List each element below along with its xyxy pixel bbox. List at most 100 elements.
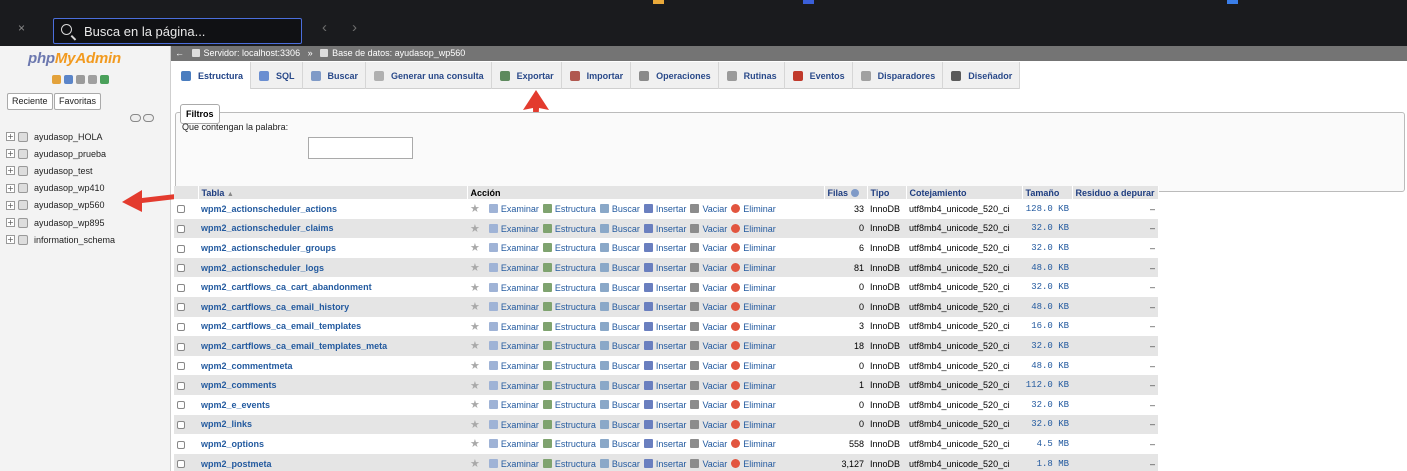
insert-link[interactable]: Insertar	[656, 224, 687, 234]
search-link[interactable]: Buscar	[612, 420, 640, 430]
favorite-star-icon[interactable]: ★	[470, 281, 480, 294]
table-name[interactable]: wpm2_actionscheduler_groups	[198, 238, 467, 258]
row-checkbox[interactable]	[177, 381, 185, 390]
table-size[interactable]: 48.0 KB	[1022, 257, 1072, 278]
expand-icon[interactable]: +	[6, 200, 15, 210]
favorites-button[interactable]: Favoritas	[54, 93, 102, 110]
search-link[interactable]: Buscar	[612, 283, 640, 293]
table-size[interactable]: 32.0 KB	[1022, 414, 1072, 435]
favorite-star-icon[interactable]: ★	[470, 437, 480, 450]
empty-link[interactable]: Vaciar	[702, 459, 727, 469]
browse-link[interactable]: Examinar	[501, 204, 539, 214]
structure-link[interactable]: Estructura	[555, 459, 596, 469]
tab-diseñador[interactable]: Diseñador	[943, 62, 1021, 89]
insert-link[interactable]: Insertar	[656, 263, 687, 273]
search-link[interactable]: Buscar	[612, 322, 640, 332]
table-size[interactable]: 32.0 KB	[1022, 238, 1072, 258]
column-header-residuo[interactable]: Residuo a depurar	[1072, 186, 1159, 199]
structure-link[interactable]: Estructura	[555, 420, 596, 430]
browse-link[interactable]: Examinar	[501, 302, 539, 312]
structure-link[interactable]: Estructura	[555, 302, 596, 312]
table-size[interactable]: 16.0 KB	[1022, 316, 1072, 337]
structure-link[interactable]: Estructura	[555, 204, 596, 214]
drop-link[interactable]: Eliminar	[743, 420, 776, 430]
table-name[interactable]: wpm2_links	[198, 414, 467, 435]
tab-rutinas[interactable]: Rutinas	[719, 62, 785, 89]
row-checkbox[interactable]	[177, 401, 185, 410]
info-icon[interactable]	[850, 188, 859, 197]
database-item[interactable]: + ayudasop_wp560	[6, 197, 115, 214]
table-size[interactable]: 1.8 MB	[1022, 453, 1072, 471]
row-checkbox[interactable]	[177, 283, 185, 292]
empty-link[interactable]: Vaciar	[702, 224, 727, 234]
search-link[interactable]: Buscar	[612, 361, 640, 371]
search-link[interactable]: Buscar	[612, 400, 640, 410]
row-checkbox[interactable]	[177, 362, 185, 371]
filter-input[interactable]	[308, 137, 413, 159]
favorite-star-icon[interactable]: ★	[470, 261, 480, 274]
database-item[interactable]: + ayudasop_prueba	[6, 145, 115, 162]
favorite-star-icon[interactable]: ★	[470, 222, 480, 235]
database-item[interactable]: + ayudasop_HOLA	[6, 128, 115, 145]
row-checkbox[interactable]	[177, 244, 185, 253]
drop-link[interactable]: Eliminar	[743, 263, 776, 273]
browse-link[interactable]: Examinar	[501, 420, 539, 430]
structure-link[interactable]: Estructura	[555, 381, 596, 391]
search-link[interactable]: Buscar	[612, 302, 640, 312]
empty-link[interactable]: Vaciar	[702, 322, 727, 332]
table-name[interactable]: wpm2_cartflows_ca_email_templates_meta	[198, 336, 467, 356]
drop-link[interactable]: Eliminar	[743, 400, 776, 410]
row-checkbox[interactable]	[177, 420, 185, 429]
structure-link[interactable]: Estructura	[555, 283, 596, 293]
recent-button[interactable]: Reciente	[7, 93, 53, 110]
insert-link[interactable]: Insertar	[656, 381, 687, 391]
database-item[interactable]: + ayudasop_wp895	[6, 214, 115, 231]
empty-link[interactable]: Vaciar	[702, 381, 727, 391]
drop-link[interactable]: Eliminar	[743, 439, 776, 449]
structure-link[interactable]: Estructura	[555, 263, 596, 273]
browse-link[interactable]: Examinar	[501, 243, 539, 253]
expand-icon[interactable]: +	[6, 132, 15, 142]
row-checkbox[interactable]	[177, 303, 185, 312]
structure-link[interactable]: Estructura	[555, 400, 596, 410]
search-link[interactable]: Buscar	[612, 243, 640, 253]
database-name[interactable]: ayudasop_test	[34, 166, 93, 176]
row-checkbox[interactable]	[177, 205, 185, 214]
expand-icon[interactable]: +	[6, 235, 15, 245]
collapse-all-icon[interactable]	[130, 114, 141, 122]
drop-link[interactable]: Eliminar	[743, 459, 776, 469]
insert-link[interactable]: Insertar	[656, 322, 687, 332]
find-prev-icon[interactable]: ‹	[322, 20, 327, 35]
empty-link[interactable]: Vaciar	[702, 400, 727, 410]
browse-link[interactable]: Examinar	[501, 322, 539, 332]
table-size[interactable]: 128.0 KB	[1022, 199, 1072, 219]
tab-importar[interactable]: Importar	[562, 62, 632, 89]
empty-link[interactable]: Vaciar	[702, 302, 727, 312]
favorite-star-icon[interactable]: ★	[470, 398, 480, 411]
insert-link[interactable]: Insertar	[656, 439, 687, 449]
table-size[interactable]: 32.0 KB	[1022, 336, 1072, 356]
table-size[interactable]: 4.5 MB	[1022, 434, 1072, 454]
browse-link[interactable]: Examinar	[501, 381, 539, 391]
database-item[interactable]: + information_schema	[6, 231, 115, 248]
insert-link[interactable]: Insertar	[656, 283, 687, 293]
table-name[interactable]: wpm2_comments	[198, 375, 467, 395]
row-checkbox[interactable]	[177, 322, 185, 331]
browse-link[interactable]: Examinar	[501, 459, 539, 469]
drop-link[interactable]: Eliminar	[743, 322, 776, 332]
database-name[interactable]: ayudasop_wp895	[34, 218, 105, 228]
breadcrumb-server[interactable]: Servidor: localhost:3306	[204, 48, 301, 58]
column-header-tabla[interactable]: Tabla ▲	[198, 186, 468, 199]
insert-link[interactable]: Insertar	[656, 420, 687, 430]
table-size[interactable]: 32.0 KB	[1022, 218, 1072, 239]
insert-link[interactable]: Insertar	[656, 361, 687, 371]
home-icon[interactable]	[52, 75, 61, 84]
table-name[interactable]: wpm2_cartflows_ca_cart_abandonment	[198, 277, 467, 297]
column-header-tamano[interactable]: Tamaño	[1022, 186, 1073, 199]
insert-link[interactable]: Insertar	[656, 400, 687, 410]
search-link[interactable]: Buscar	[612, 459, 640, 469]
browse-link[interactable]: Examinar	[501, 361, 539, 371]
insert-link[interactable]: Insertar	[656, 302, 687, 312]
tab-buscar[interactable]: Buscar	[303, 62, 367, 89]
close-find-icon[interactable]: ×	[18, 22, 25, 34]
